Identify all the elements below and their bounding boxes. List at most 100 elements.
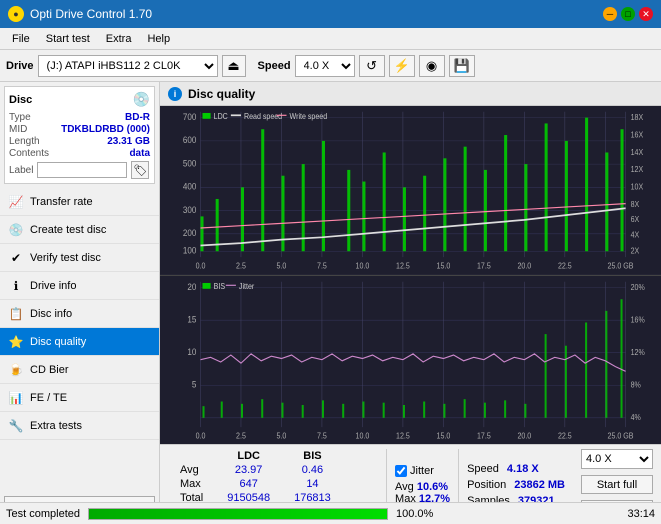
drive-info-icon: ℹ	[8, 278, 24, 294]
dq-title: Disc quality	[188, 87, 255, 101]
main-layout: Disc 💿 Type BD-R MID TDKBLDRBD (000) Len…	[0, 82, 661, 524]
svg-text:20.0: 20.0	[517, 431, 531, 441]
transfer-rate-icon: 📈	[8, 194, 24, 210]
disc-label-button[interactable]: 🏷	[131, 161, 149, 179]
sidebar-item-label: Transfer rate	[30, 196, 93, 208]
disc-type-value: BD-R	[125, 112, 150, 123]
row-avg-bis: 0.46	[282, 463, 343, 477]
drive-select[interactable]: (J:) ATAPI iHBS112 2 CL0K	[38, 55, 218, 77]
content-area: i Disc quality	[160, 82, 661, 524]
disc-length-row: Length 23.31 GB	[9, 136, 150, 147]
menu-start-test[interactable]: Start test	[38, 31, 98, 47]
titlebar-left: ● Opti Drive Control 1.70	[8, 6, 152, 22]
svg-text:7.5: 7.5	[317, 431, 327, 441]
eject-button[interactable]: ⏏	[222, 55, 246, 77]
disc-info-icon: 📋	[8, 306, 24, 322]
table-row: Max 647 14	[168, 477, 343, 491]
bis-jitter-chart: 20 15 10 5 20% 16% 12% 8% 4% 0.0 2.5 5.0…	[160, 276, 661, 445]
save-button[interactable]: 💾	[449, 55, 475, 77]
sidebar-item-extra-tests[interactable]: 🔧 Extra tests	[0, 412, 159, 440]
svg-text:100: 100	[183, 245, 197, 256]
titlebar: ● Opti Drive Control 1.70 ─ □ ✕	[0, 0, 661, 28]
status-text: Test completed	[6, 508, 80, 520]
svg-text:Write speed: Write speed	[290, 111, 328, 121]
sidebar-item-label: Drive info	[30, 280, 76, 292]
svg-text:22.5: 22.5	[558, 261, 572, 271]
flash-button[interactable]: ⚡	[389, 55, 415, 77]
svg-text:5.0: 5.0	[277, 261, 287, 271]
start-full-button[interactable]: Start full	[581, 475, 653, 495]
sidebar-item-transfer-rate[interactable]: 📈 Transfer rate	[0, 188, 159, 216]
disc-quality-icon: ⭐	[8, 334, 24, 350]
menu-file[interactable]: File	[4, 31, 38, 47]
svg-text:10.0: 10.0	[356, 431, 370, 441]
svg-text:12%: 12%	[631, 347, 645, 357]
svg-text:10: 10	[187, 346, 196, 357]
speed-row: Speed 4.18 X	[467, 463, 565, 475]
svg-text:8X: 8X	[631, 200, 640, 210]
record-button[interactable]: ◉	[419, 55, 445, 77]
sidebar-item-label: FE / TE	[30, 392, 67, 404]
speed-select[interactable]: 4.0 X	[295, 55, 355, 77]
refresh-button[interactable]: ↺	[359, 55, 385, 77]
sidebar-item-cd-bier[interactable]: 🍺 CD Bier	[0, 356, 159, 384]
sidebar-item-disc-quality[interactable]: ⭐ Disc quality	[0, 328, 159, 356]
dq-icon: i	[168, 87, 182, 101]
disc-quality-header: i Disc quality	[160, 82, 661, 106]
svg-text:Read speed: Read speed	[244, 111, 282, 121]
svg-text:5: 5	[192, 379, 197, 390]
jitter-avg-label: Avg	[395, 481, 417, 493]
menu-help[interactable]: Help	[139, 31, 178, 47]
status-percent: 100.0%	[396, 508, 433, 520]
sidebar-item-label: Create test disc	[30, 224, 106, 236]
app-icon: ●	[8, 6, 24, 22]
sidebar-item-fe-te[interactable]: 📊 FE / TE	[0, 384, 159, 412]
svg-text:600: 600	[183, 135, 197, 146]
status-time: 33:14	[627, 508, 655, 520]
col-bis: BIS	[282, 449, 343, 463]
svg-text:20%: 20%	[631, 282, 645, 292]
speed-label: Speed	[467, 463, 499, 475]
sidebar-item-label: Extra tests	[30, 420, 82, 432]
svg-text:16X: 16X	[631, 130, 644, 140]
disc-type-label: Type	[9, 112, 31, 123]
disc-panel: Disc 💿 Type BD-R MID TDKBLDRBD (000) Len…	[4, 86, 155, 184]
svg-text:12.5: 12.5	[396, 261, 410, 271]
svg-text:12X: 12X	[631, 165, 644, 175]
svg-text:0.0: 0.0	[196, 431, 206, 441]
svg-text:25.0 GB: 25.0 GB	[608, 431, 634, 441]
svg-text:10.0: 10.0	[356, 261, 370, 271]
disc-mid-value: TDKBLDRBD (000)	[61, 124, 150, 135]
sidebar-item-label: CD Bier	[30, 364, 69, 376]
progress-bar	[88, 508, 388, 520]
disc-length-value: 23.31 GB	[107, 136, 150, 147]
row-avg-ldc: 23.97	[215, 463, 282, 477]
sidebar-item-verify-test-disc[interactable]: ✔ Verify test disc	[0, 244, 159, 272]
drive-label: Drive	[6, 60, 34, 72]
svg-text:2.5: 2.5	[236, 431, 246, 441]
svg-text:0.0: 0.0	[196, 261, 206, 271]
speed-val: 4.18 X	[507, 463, 539, 475]
svg-text:15: 15	[187, 313, 196, 324]
jitter-checkbox[interactable]	[395, 465, 407, 477]
close-button[interactable]: ✕	[639, 7, 653, 21]
jitter-avg-row: Avg 10.6%	[395, 481, 450, 493]
maximize-button[interactable]: □	[621, 7, 635, 21]
disc-length-label: Length	[9, 136, 40, 147]
sidebar-item-disc-info[interactable]: 📋 Disc info	[0, 300, 159, 328]
svg-text:18X: 18X	[631, 112, 644, 122]
sidebar-item-drive-info[interactable]: ℹ Drive info	[0, 272, 159, 300]
minimize-button[interactable]: ─	[603, 7, 617, 21]
svg-text:2.5: 2.5	[236, 261, 246, 271]
svg-text:700: 700	[183, 111, 197, 122]
disc-contents-label: Contents	[9, 148, 49, 159]
menu-extra[interactable]: Extra	[98, 31, 140, 47]
disc-label-input[interactable]	[37, 162, 127, 178]
jitter-label: Jitter	[410, 465, 434, 477]
position-label: Position	[467, 479, 506, 491]
sidebar-item-create-test-disc[interactable]: 💿 Create test disc	[0, 216, 159, 244]
stats-speed-select[interactable]: 4.0 X	[581, 449, 653, 469]
row-max-ldc: 647	[215, 477, 282, 491]
sidebar-item-label: Verify test disc	[30, 252, 101, 264]
toolbar: Drive (J:) ATAPI iHBS112 2 CL0K ⏏ Speed …	[0, 50, 661, 82]
